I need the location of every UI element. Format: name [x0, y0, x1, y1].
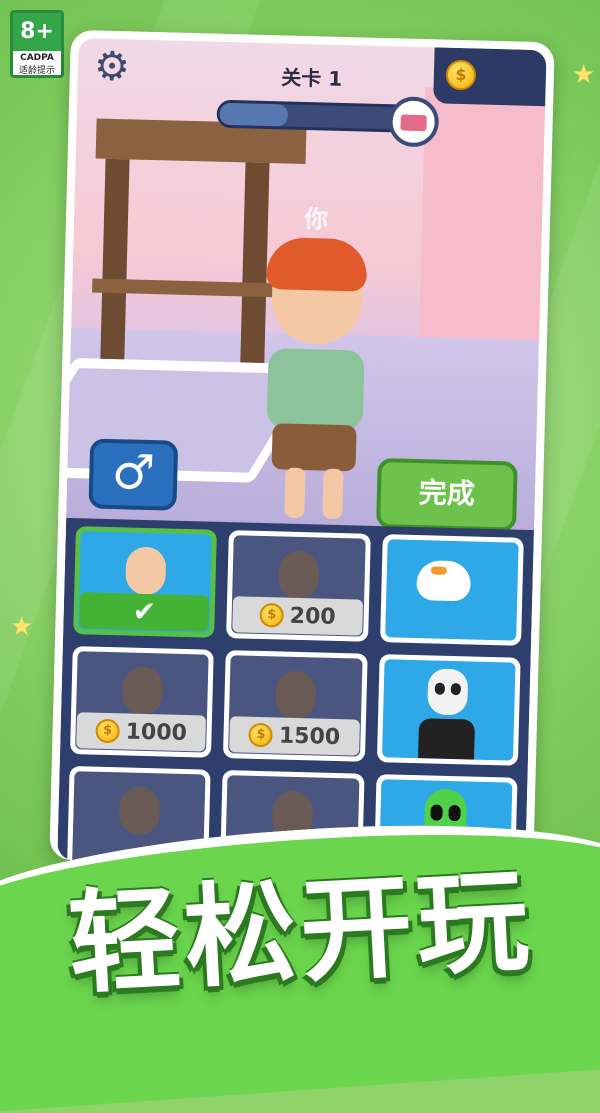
- suit: [417, 718, 475, 760]
- character-leg: [284, 467, 306, 519]
- checkmark-icon: ✔: [79, 592, 210, 632]
- skin-card-police[interactable]: $ 200: [226, 530, 371, 642]
- game-screenshot-frame: ⚙ 关卡 1 $ 你 ♂ 完成 ✔ $ 200 $ 1000 $ 1500: [49, 29, 555, 873]
- coin-icon: $: [259, 602, 285, 628]
- goose-icon: [415, 560, 471, 602]
- age-rating-tip: 适龄提示: [18, 66, 55, 76]
- skin-card-pirate[interactable]: $ 1000: [69, 646, 215, 758]
- level-progress-bar: [216, 99, 418, 133]
- star-icon: ★: [572, 60, 596, 90]
- character-face: [121, 666, 163, 716]
- skin-selection-panel: ✔ $ 200 $ 1000 $ 1500: [57, 517, 535, 872]
- skin-thumbnail: [384, 539, 519, 641]
- star-icon: ★: [10, 612, 34, 642]
- character-leg: [322, 468, 344, 520]
- currency-panel[interactable]: $: [433, 47, 547, 107]
- game-scene: ⚙ 关卡 1 $ 你 ♂ 完成: [57, 38, 547, 532]
- skull-icon: [426, 668, 468, 716]
- game-screen: ⚙ 关卡 1 $ 你 ♂ 完成 ✔ $ 200 $ 1000 $ 1500: [57, 38, 547, 872]
- character-shorts: [271, 423, 357, 472]
- coin-icon: $: [95, 718, 120, 744]
- level-progress-fill: [219, 102, 288, 127]
- gender-toggle-button[interactable]: ♂: [88, 438, 179, 511]
- skin-thumbnail: [381, 659, 516, 761]
- age-rating-label: 8+: [13, 13, 61, 51]
- skin-card-goose[interactable]: [379, 534, 524, 646]
- table-leg: [100, 158, 130, 360]
- character-hair: [266, 237, 368, 292]
- male-symbol-icon: ♂: [111, 444, 156, 502]
- coin-icon: $: [248, 722, 274, 748]
- skin-card-skeleton[interactable]: [376, 654, 521, 766]
- character-face: [124, 546, 167, 596]
- character-face: [274, 670, 317, 720]
- age-rating-badge: 8+ CADPA 适龄提示: [10, 10, 64, 78]
- skin-price: $ 200: [232, 596, 363, 636]
- age-rating-org: CADPA: [20, 53, 54, 63]
- goose-beak: [430, 566, 447, 575]
- character-face: [278, 550, 320, 600]
- price-value: 1000: [125, 718, 188, 746]
- skin-card-knight[interactable]: $ 1500: [223, 650, 368, 762]
- skin-card-redhead[interactable]: ✔: [73, 526, 218, 638]
- skin-price: $ 1500: [229, 716, 360, 756]
- price-value: 200: [289, 603, 336, 630]
- coin-icon: $: [445, 59, 477, 91]
- character-shirt: [266, 348, 365, 431]
- skin-price: $ 1000: [76, 712, 207, 752]
- price-value: 1500: [278, 722, 341, 750]
- player-label: 你: [303, 204, 329, 234]
- character-face: [118, 786, 160, 836]
- slogan-text: 轻松开玩: [65, 855, 536, 1011]
- done-button[interactable]: 完成: [376, 457, 518, 532]
